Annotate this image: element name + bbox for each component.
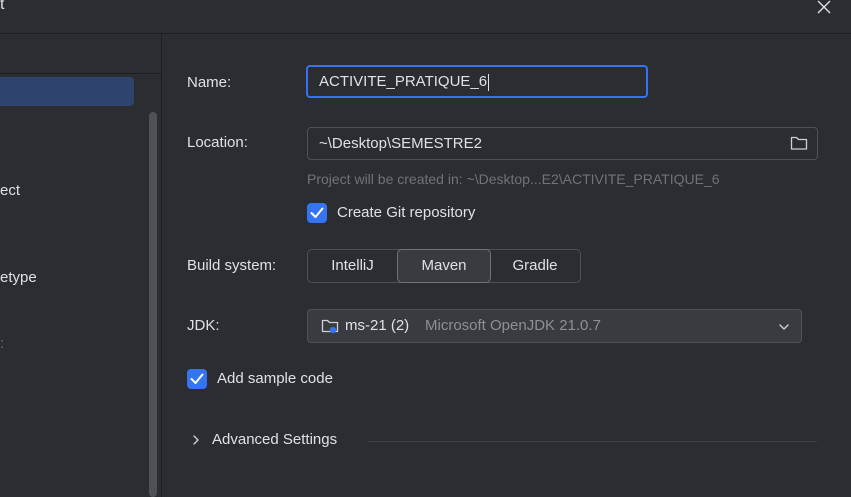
chevron-right-icon[interactable]: [191, 433, 201, 445]
sidebar-item-project[interactable]: ect: [0, 182, 20, 199]
sidebar-scrollbar[interactable]: [149, 112, 157, 497]
title-bar: t: [0, 0, 851, 34]
create-git-checkbox[interactable]: [307, 203, 327, 223]
build-option-gradle[interactable]: Gradle: [490, 249, 580, 283]
name-label: Name:: [187, 74, 232, 91]
folder-icon[interactable]: [790, 135, 808, 151]
sidebar-item-partial[interactable]: :: [0, 335, 4, 352]
location-hint: Project will be created in: ~\Desktop...…: [307, 171, 720, 187]
advanced-settings-toggle[interactable]: Advanced Settings: [212, 431, 337, 448]
jdk-label: JDK:: [187, 317, 220, 334]
close-button[interactable]: [812, 0, 836, 20]
sidebar-item-selected[interactable]: [0, 77, 134, 106]
sidebar: [0, 34, 162, 497]
jdk-name: ms-21 (2): [345, 317, 410, 334]
jdk-version: Microsoft OpenJDK 21.0.7: [425, 317, 601, 334]
window-title: t: [0, 0, 5, 13]
build-option-maven[interactable]: Maven: [397, 249, 491, 283]
build-option-intellij[interactable]: IntelliJ: [307, 249, 398, 283]
location-value: ~\Desktop\SEMESTRE2: [319, 135, 482, 152]
location-input[interactable]: ~\Desktop\SEMESTRE2: [307, 127, 818, 160]
close-icon: [817, 0, 831, 14]
sidebar-item-archetype[interactable]: etype: [0, 269, 37, 286]
jdk-folder-icon: [321, 317, 339, 335]
text-caret: [488, 73, 490, 91]
name-value: ACTIVITE_PRATIQUE_6: [319, 73, 488, 90]
checkmark-icon: [310, 207, 324, 218]
name-input[interactable]: ACTIVITE_PRATIQUE_6: [306, 65, 648, 98]
checkmark-icon: [190, 373, 204, 384]
sample-code-checkbox[interactable]: [187, 369, 207, 389]
sample-code-label[interactable]: Add sample code: [217, 370, 333, 387]
build-system-label: Build system:: [187, 257, 277, 274]
location-label: Location:: [187, 134, 248, 151]
advanced-divider: [368, 441, 817, 442]
create-git-label[interactable]: Create Git repository: [337, 204, 475, 221]
chevron-down-icon: [778, 320, 790, 332]
sidebar-divider: [0, 73, 161, 74]
